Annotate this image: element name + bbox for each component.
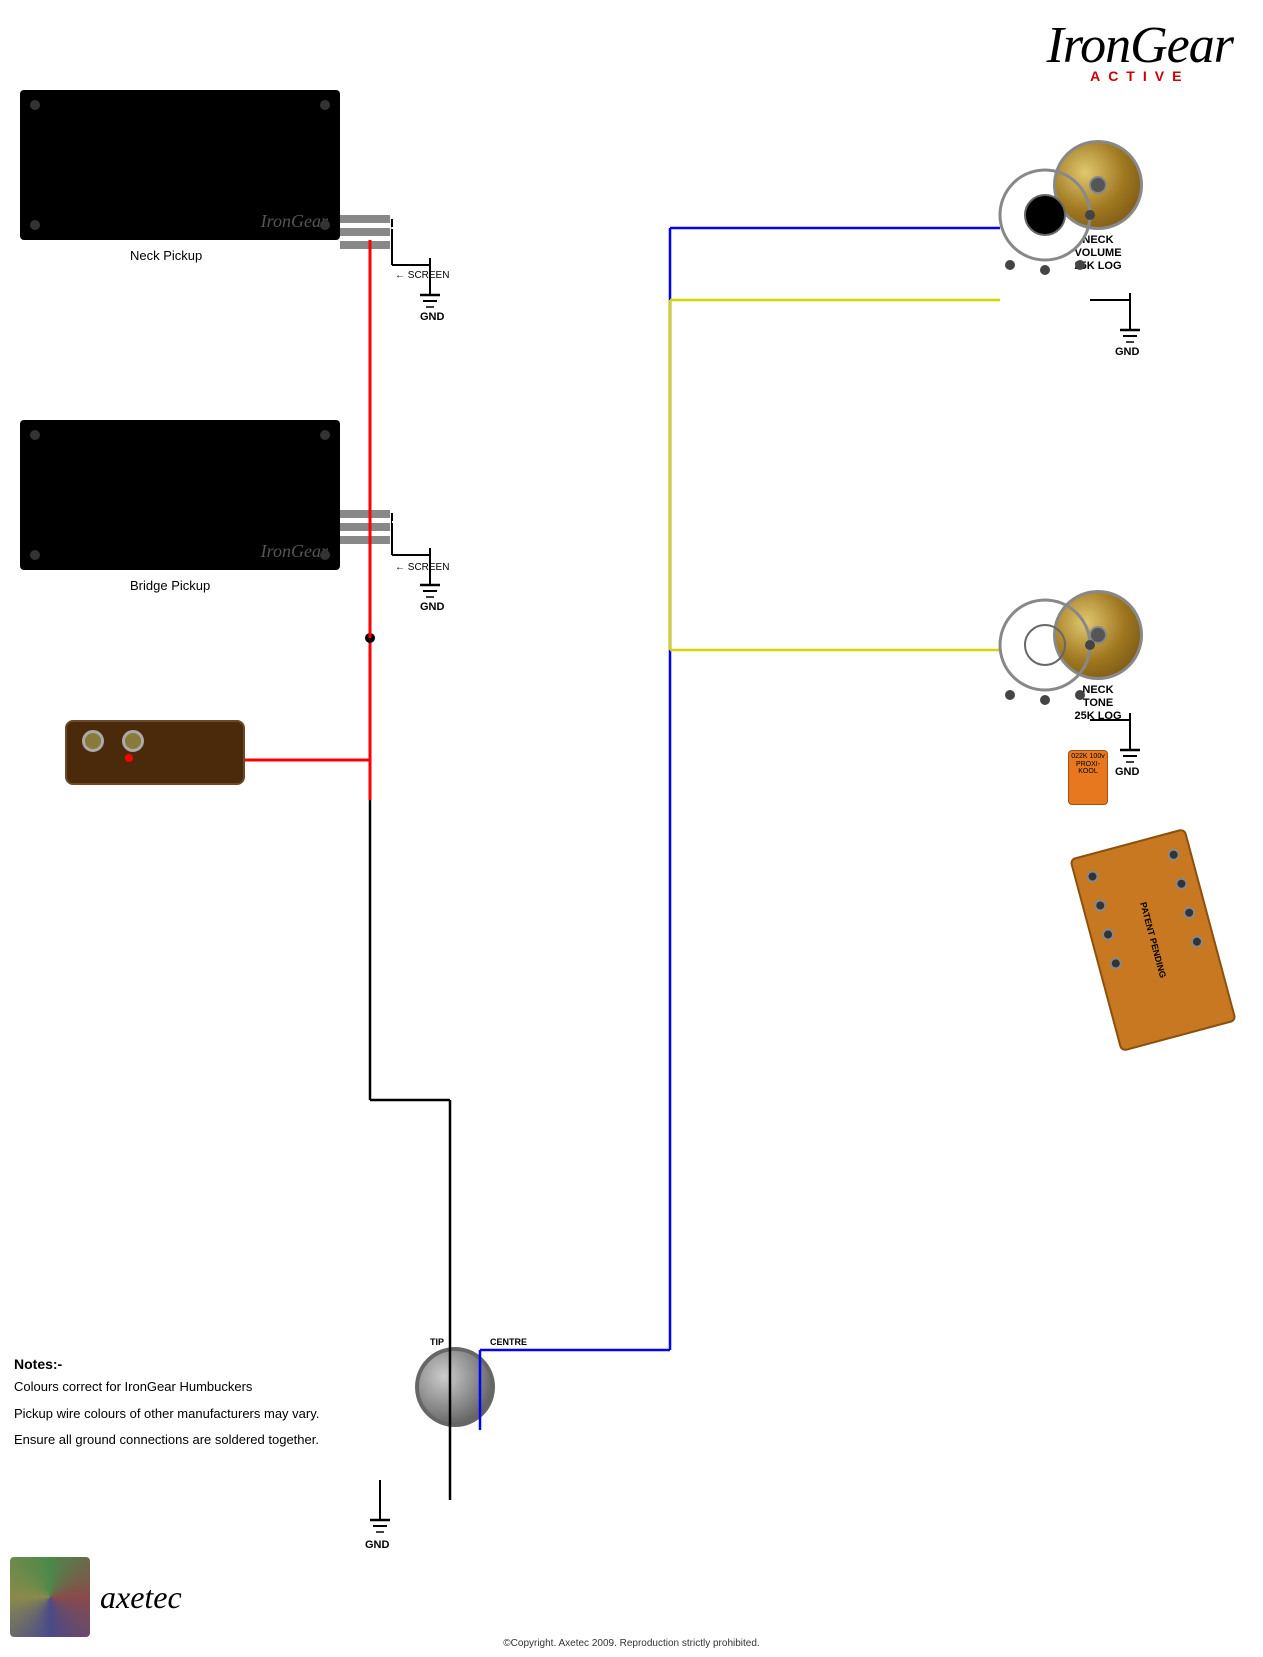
neck-tone-pot-circle [1000, 600, 1090, 690]
tone-lug-1 [1005, 690, 1015, 700]
vol-lug-top [1085, 210, 1095, 220]
bridge-pickup-connector-bot [340, 536, 390, 544]
axetec-text: axetec [100, 1579, 182, 1616]
neck-tone-pot-inner [1025, 625, 1065, 665]
copyright-text: ©Copyright. Axetec 2009. Reproduction st… [503, 1638, 759, 1649]
gnd-neck-text: GND [420, 311, 445, 323]
neck-vol-pot-inner [1025, 195, 1065, 235]
neck-pickup-connector-top [340, 215, 390, 223]
tone-lug-2 [1040, 695, 1050, 705]
gnd-jack-text: GND [365, 1539, 390, 1551]
notes-item-1: Colours correct for IronGear Humbuckers [14, 1378, 364, 1396]
tone-lug-3 [1075, 690, 1085, 700]
notes-item-2: Pickup wire colours of other manufacture… [14, 1405, 364, 1423]
gnd-bridge-text: GND [420, 601, 445, 613]
bridge-pickup-connector-mid [340, 523, 390, 531]
gnd-tone-text: GND [1115, 766, 1140, 778]
neck-pickup-connector-mid [340, 228, 390, 236]
gnd-vol-text: GND [1115, 346, 1140, 358]
vol-lug-1 [1005, 260, 1015, 270]
notes-item-3: Ensure all ground connections are solder… [14, 1431, 364, 1449]
notes-title: Notes:- [14, 1356, 364, 1372]
vol-lug-2 [1040, 265, 1050, 275]
tone-lug-top [1085, 640, 1095, 650]
vol-lug-3 [1075, 260, 1085, 270]
axetec-thumbnail [10, 1557, 90, 1637]
bridge-pickup-connector-top [340, 510, 390, 518]
notes-section: Notes:- Colours correct for IronGear Hum… [14, 1356, 364, 1457]
neck-pickup-connector-bot [340, 241, 390, 249]
axetec-logo-area: axetec [10, 1557, 182, 1637]
